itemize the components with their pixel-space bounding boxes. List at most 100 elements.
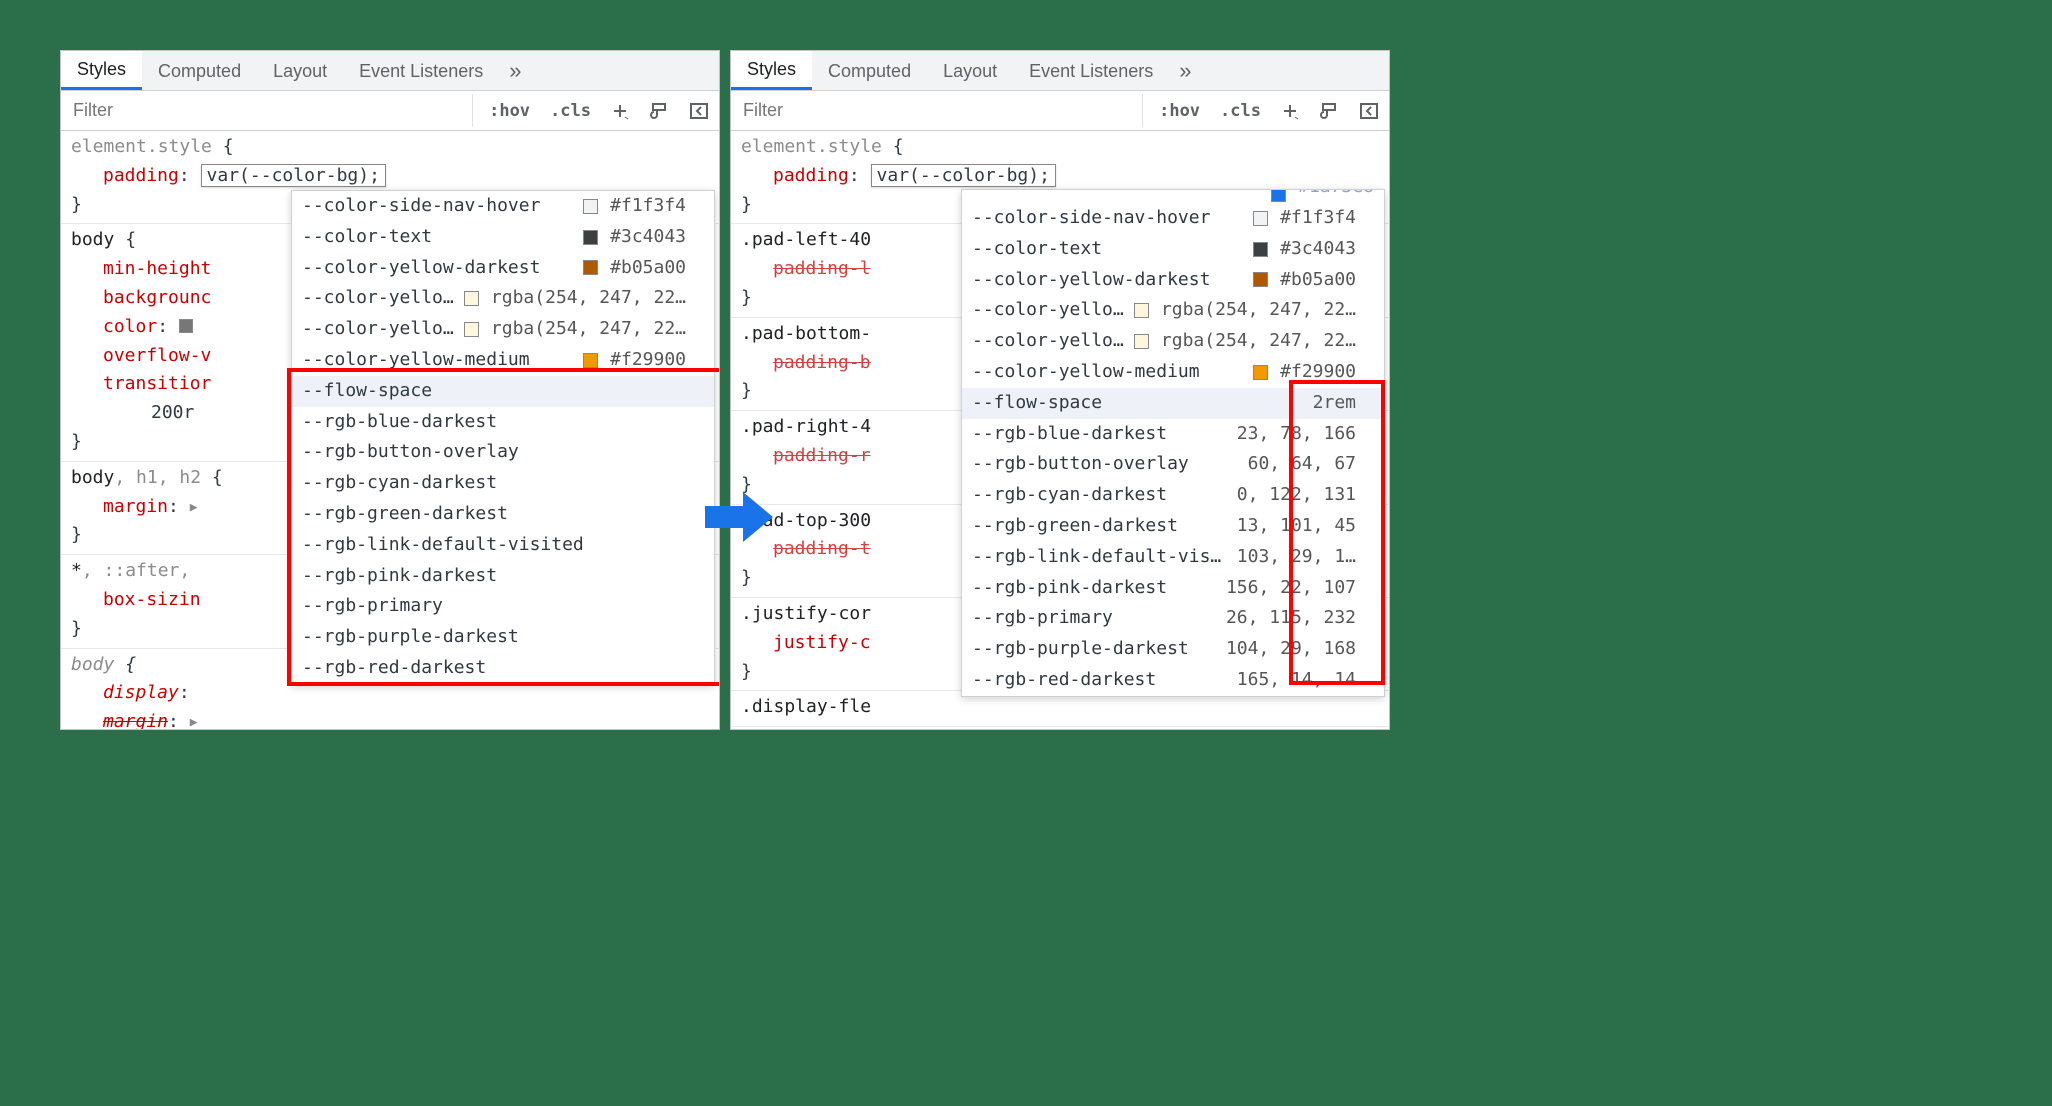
autocomplete-item-value: #b05a00 [1280, 266, 1356, 295]
more-tabs-icon[interactable]: » [1169, 58, 1201, 84]
autocomplete-item-name: --color-text [972, 235, 1253, 264]
autocomplete-row[interactable]: --color-text#3c4043 [292, 222, 714, 253]
css-value-input[interactable]: var(--color-bg); [201, 164, 386, 187]
color-swatch-icon[interactable] [179, 319, 193, 333]
tab-layout[interactable]: Layout [257, 53, 343, 89]
cls-toggle[interactable]: .cls [540, 91, 601, 130]
autocomplete-row[interactable]: --color-yellow-medium #f29900 [962, 357, 1384, 388]
color-swatch-icon [464, 322, 479, 337]
autocomplete-row[interactable]: --rgb-red-darkest165, 14, 14 [962, 665, 1384, 696]
cls-toggle[interactable]: .cls [1210, 91, 1271, 130]
autocomplete-row[interactable]: --rgb-cyan-darkest [292, 468, 714, 499]
color-swatch-icon [1253, 242, 1268, 257]
autocomplete-row[interactable]: --rgb-purple-darkest104, 29, 168 [962, 634, 1384, 665]
tab-event-listeners[interactable]: Event Listeners [343, 53, 499, 89]
autocomplete-item-value: #f29900 [1280, 358, 1356, 387]
autocomplete-row[interactable]: --rgb-primary26, 115, 232 [962, 603, 1384, 634]
tab-bar: Styles Computed Layout Event Listeners » [61, 51, 719, 91]
autocomplete-item-name: --rgb-pink-darkest [972, 574, 1220, 603]
autocomplete-item-name: --rgb-button-overlay [302, 438, 686, 467]
autocomplete-row[interactable]: --color-yellow-darkest#b05a00 [292, 253, 714, 284]
autocomplete-item-value: 104, 29, 168 [1226, 635, 1356, 664]
autocomplete-row[interactable]: --rgb-blue-darkest23, 78, 166 [962, 419, 1384, 450]
css-property[interactable]: padding [103, 165, 179, 186]
autocomplete-row-truncated[interactable]: color side nav active #1a73e8 [962, 190, 1384, 203]
autocomplete-row[interactable]: --flow-space2rem [962, 388, 1384, 419]
autocomplete-row[interactable]: --rgb-cyan-darkest0, 122, 131 [962, 480, 1384, 511]
autocomplete-item-name: --rgb-blue-darkest [302, 408, 686, 437]
autocomplete-row[interactable]: --rgb-pink-darkest156, 22, 107 [962, 573, 1384, 604]
autocomplete-item-name: --color-yellow-medium [972, 358, 1253, 387]
autocomplete-item-name: --color-yellow-lig… [972, 296, 1134, 325]
paint-brush-icon[interactable] [639, 91, 679, 130]
autocomplete-item-name: --rgb-primary [972, 604, 1220, 633]
color-swatch-icon [583, 230, 598, 245]
autocomplete-row[interactable]: --color-side-nav-hover#f1f3f4 [962, 203, 1384, 234]
autocomplete-row[interactable]: --color-yellow-medium#f29900 [292, 345, 714, 376]
more-tabs-icon[interactable]: » [499, 58, 531, 84]
autocomplete-item-name: --rgb-red-darkest [302, 654, 686, 683]
autocomplete-row[interactable]: --rgb-button-overlay60, 64, 67 [962, 449, 1384, 480]
styles-filter-input[interactable] [731, 94, 1143, 127]
autocomplete-row[interactable]: --color-side-nav-hover#f1f3f4 [292, 191, 714, 222]
toggle-sidebar-icon[interactable] [679, 91, 719, 130]
autocomplete-item-name: --rgb-purple-darkest [972, 635, 1220, 664]
color-swatch-icon [1253, 211, 1268, 226]
autocomplete-row[interactable]: --rgb-button-overlay [292, 437, 714, 468]
autocomplete-row[interactable]: --rgb-link-default-visited…103, 29, 1… [962, 542, 1384, 573]
color-swatch-icon [1134, 334, 1149, 349]
autocomplete-row[interactable]: --rgb-purple-darkest [292, 622, 714, 653]
styles-filter-input[interactable] [61, 94, 473, 127]
autocomplete-row[interactable]: --rgb-green-darkest13, 101, 45 [962, 511, 1384, 542]
tab-event-listeners[interactable]: Event Listeners [1013, 53, 1169, 89]
autocomplete-item-value: 0, 122, 131 [1237, 481, 1356, 510]
autocomplete-row[interactable]: --color-yellow-lig…rgba(254, 247, 22… [292, 283, 714, 314]
collapse-caret-icon[interactable]: ▶ [190, 715, 198, 729]
toggle-sidebar-icon[interactable] [1349, 91, 1389, 130]
autocomplete-item-value: 13, 101, 45 [1237, 512, 1356, 541]
autocomplete-row[interactable]: --color-yellow-darkest#b05a00 [962, 265, 1384, 296]
new-style-rule-icon[interactable] [1271, 91, 1309, 130]
tab-layout[interactable]: Layout [927, 53, 1013, 89]
autocomplete-row[interactable]: --color-yellow-lig…rgba(254, 247, 22… [962, 295, 1384, 326]
paint-brush-icon[interactable] [1309, 91, 1349, 130]
color-swatch-icon [583, 199, 598, 214]
autocomplete-row[interactable]: --rgb-red-darkest [292, 653, 714, 684]
color-swatch-icon [1271, 190, 1286, 202]
styles-toolbar: :hov .cls [731, 91, 1389, 131]
css-value-input[interactable]: var(--color-bg); [871, 164, 1056, 187]
autocomplete-row[interactable]: --rgb-pink-darkest [292, 561, 714, 592]
tab-bar: Styles Computed Layout Event Listeners » [731, 51, 1389, 91]
css-var-autocomplete-popup[interactable]: color side nav active #1a73e8 --color-si… [961, 189, 1385, 697]
new-style-rule-icon[interactable] [601, 91, 639, 130]
hov-toggle[interactable]: :hov [1149, 91, 1210, 130]
styles-toolbar: :hov .cls [61, 91, 719, 131]
autocomplete-item-name: --rgb-link-default-visited [302, 531, 686, 560]
tab-styles[interactable]: Styles [61, 51, 142, 90]
collapse-caret-icon[interactable]: ▶ [190, 500, 198, 515]
autocomplete-row[interactable]: --rgb-link-default-visited [292, 530, 714, 561]
autocomplete-item-name: --rgb-primary [302, 592, 686, 621]
autocomplete-row[interactable]: --color-yellow-ligh…rgba(254, 247, 22… [292, 314, 714, 345]
autocomplete-item-value: rgba(254, 247, 22… [1161, 327, 1356, 356]
devtools-styles-panel-before: Styles Computed Layout Event Listeners »… [60, 50, 720, 730]
autocomplete-item-value: 156, 22, 107 [1226, 574, 1356, 603]
autocomplete-row[interactable]: --color-yellow-ligh…rgba(254, 247, 22… [962, 326, 1384, 357]
autocomplete-row[interactable]: --rgb-blue-darkest [292, 407, 714, 438]
hov-toggle[interactable]: :hov [479, 91, 540, 130]
autocomplete-row[interactable]: --rgb-primary [292, 591, 714, 622]
autocomplete-item-name: --rgb-blue-darkest [972, 420, 1231, 449]
autocomplete-item-name: --color-yellow-darkest [302, 254, 583, 283]
css-property[interactable]: padding [773, 165, 849, 186]
styles-rules-area: element.style { padding: var(--color-bg)… [731, 131, 1389, 729]
autocomplete-item-name: --rgb-cyan-darkest [302, 469, 686, 498]
autocomplete-row[interactable]: --rgb-green-darkest [292, 499, 714, 530]
tab-computed[interactable]: Computed [812, 53, 927, 89]
autocomplete-item-value: rgba(254, 247, 22… [491, 315, 686, 344]
tab-computed[interactable]: Computed [142, 53, 257, 89]
css-var-autocomplete-popup[interactable]: --color-side-nav-hover#f1f3f4--color-tex… [291, 190, 715, 685]
autocomplete-item-name: --color-yellow-medium [302, 346, 583, 375]
autocomplete-row[interactable]: --color-text#3c4043 [962, 234, 1384, 265]
tab-styles[interactable]: Styles [731, 51, 812, 90]
autocomplete-row[interactable]: --flow-space [292, 376, 714, 407]
